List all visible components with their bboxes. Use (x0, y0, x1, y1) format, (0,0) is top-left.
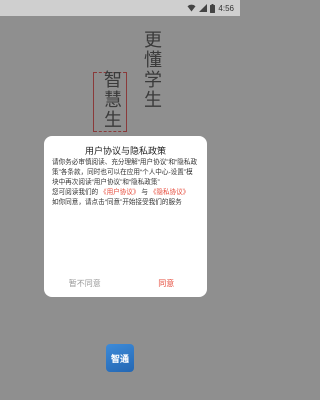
links-middle-text: 与 (141, 189, 148, 196)
brand-text: 智慧生 (101, 70, 122, 130)
battery-icon (210, 3, 216, 13)
app-logo-text: 智通 (110, 353, 129, 364)
agree-button[interactable]: 同意 (126, 269, 208, 297)
app-logo-icon: 智通 (106, 344, 134, 372)
privacy-policy-link[interactable]: 《隐私协议》 (150, 189, 190, 196)
dialog-title: 用户协议与隐私政策 (84, 146, 166, 156)
user-agreement-link[interactable]: 《用户协议》 (100, 189, 140, 196)
privacy-dialog: 用户协议与隐私政策 请你务必审慎阅读、充分理解“用户协议”和“隐私政策”各条款，… (44, 136, 207, 297)
slogan-text: 更懂学生 (141, 30, 162, 110)
dialog-actions: 暂不同意 同意 (44, 269, 207, 297)
links-prefix-text: 您可阅读我们的 (52, 189, 99, 196)
disagree-button[interactable]: 暂不同意 (44, 269, 126, 297)
dialog-body: 请你务必审慎阅读、充分理解“用户协议”和“隐私政策”各条款，同时也可以在应用“个… (44, 158, 207, 208)
status-bar: 4:56 (0, 0, 240, 16)
status-time: 4:56 (218, 3, 234, 13)
wifi-icon (187, 4, 196, 12)
signal-icon (199, 4, 208, 12)
dialog-paragraph-consent: 如你同意，请点击“同意”开始接受我们的服务 (52, 199, 182, 206)
dialog-paragraph-terms: 请你务必审慎阅读、充分理解“用户协议”和“隐私政策”各条款，同时也可以在应用“个… (52, 159, 198, 186)
dialog-paragraph-links: 您可阅读我们的 《用户协议》 与 《隐私协议》 (52, 188, 199, 198)
